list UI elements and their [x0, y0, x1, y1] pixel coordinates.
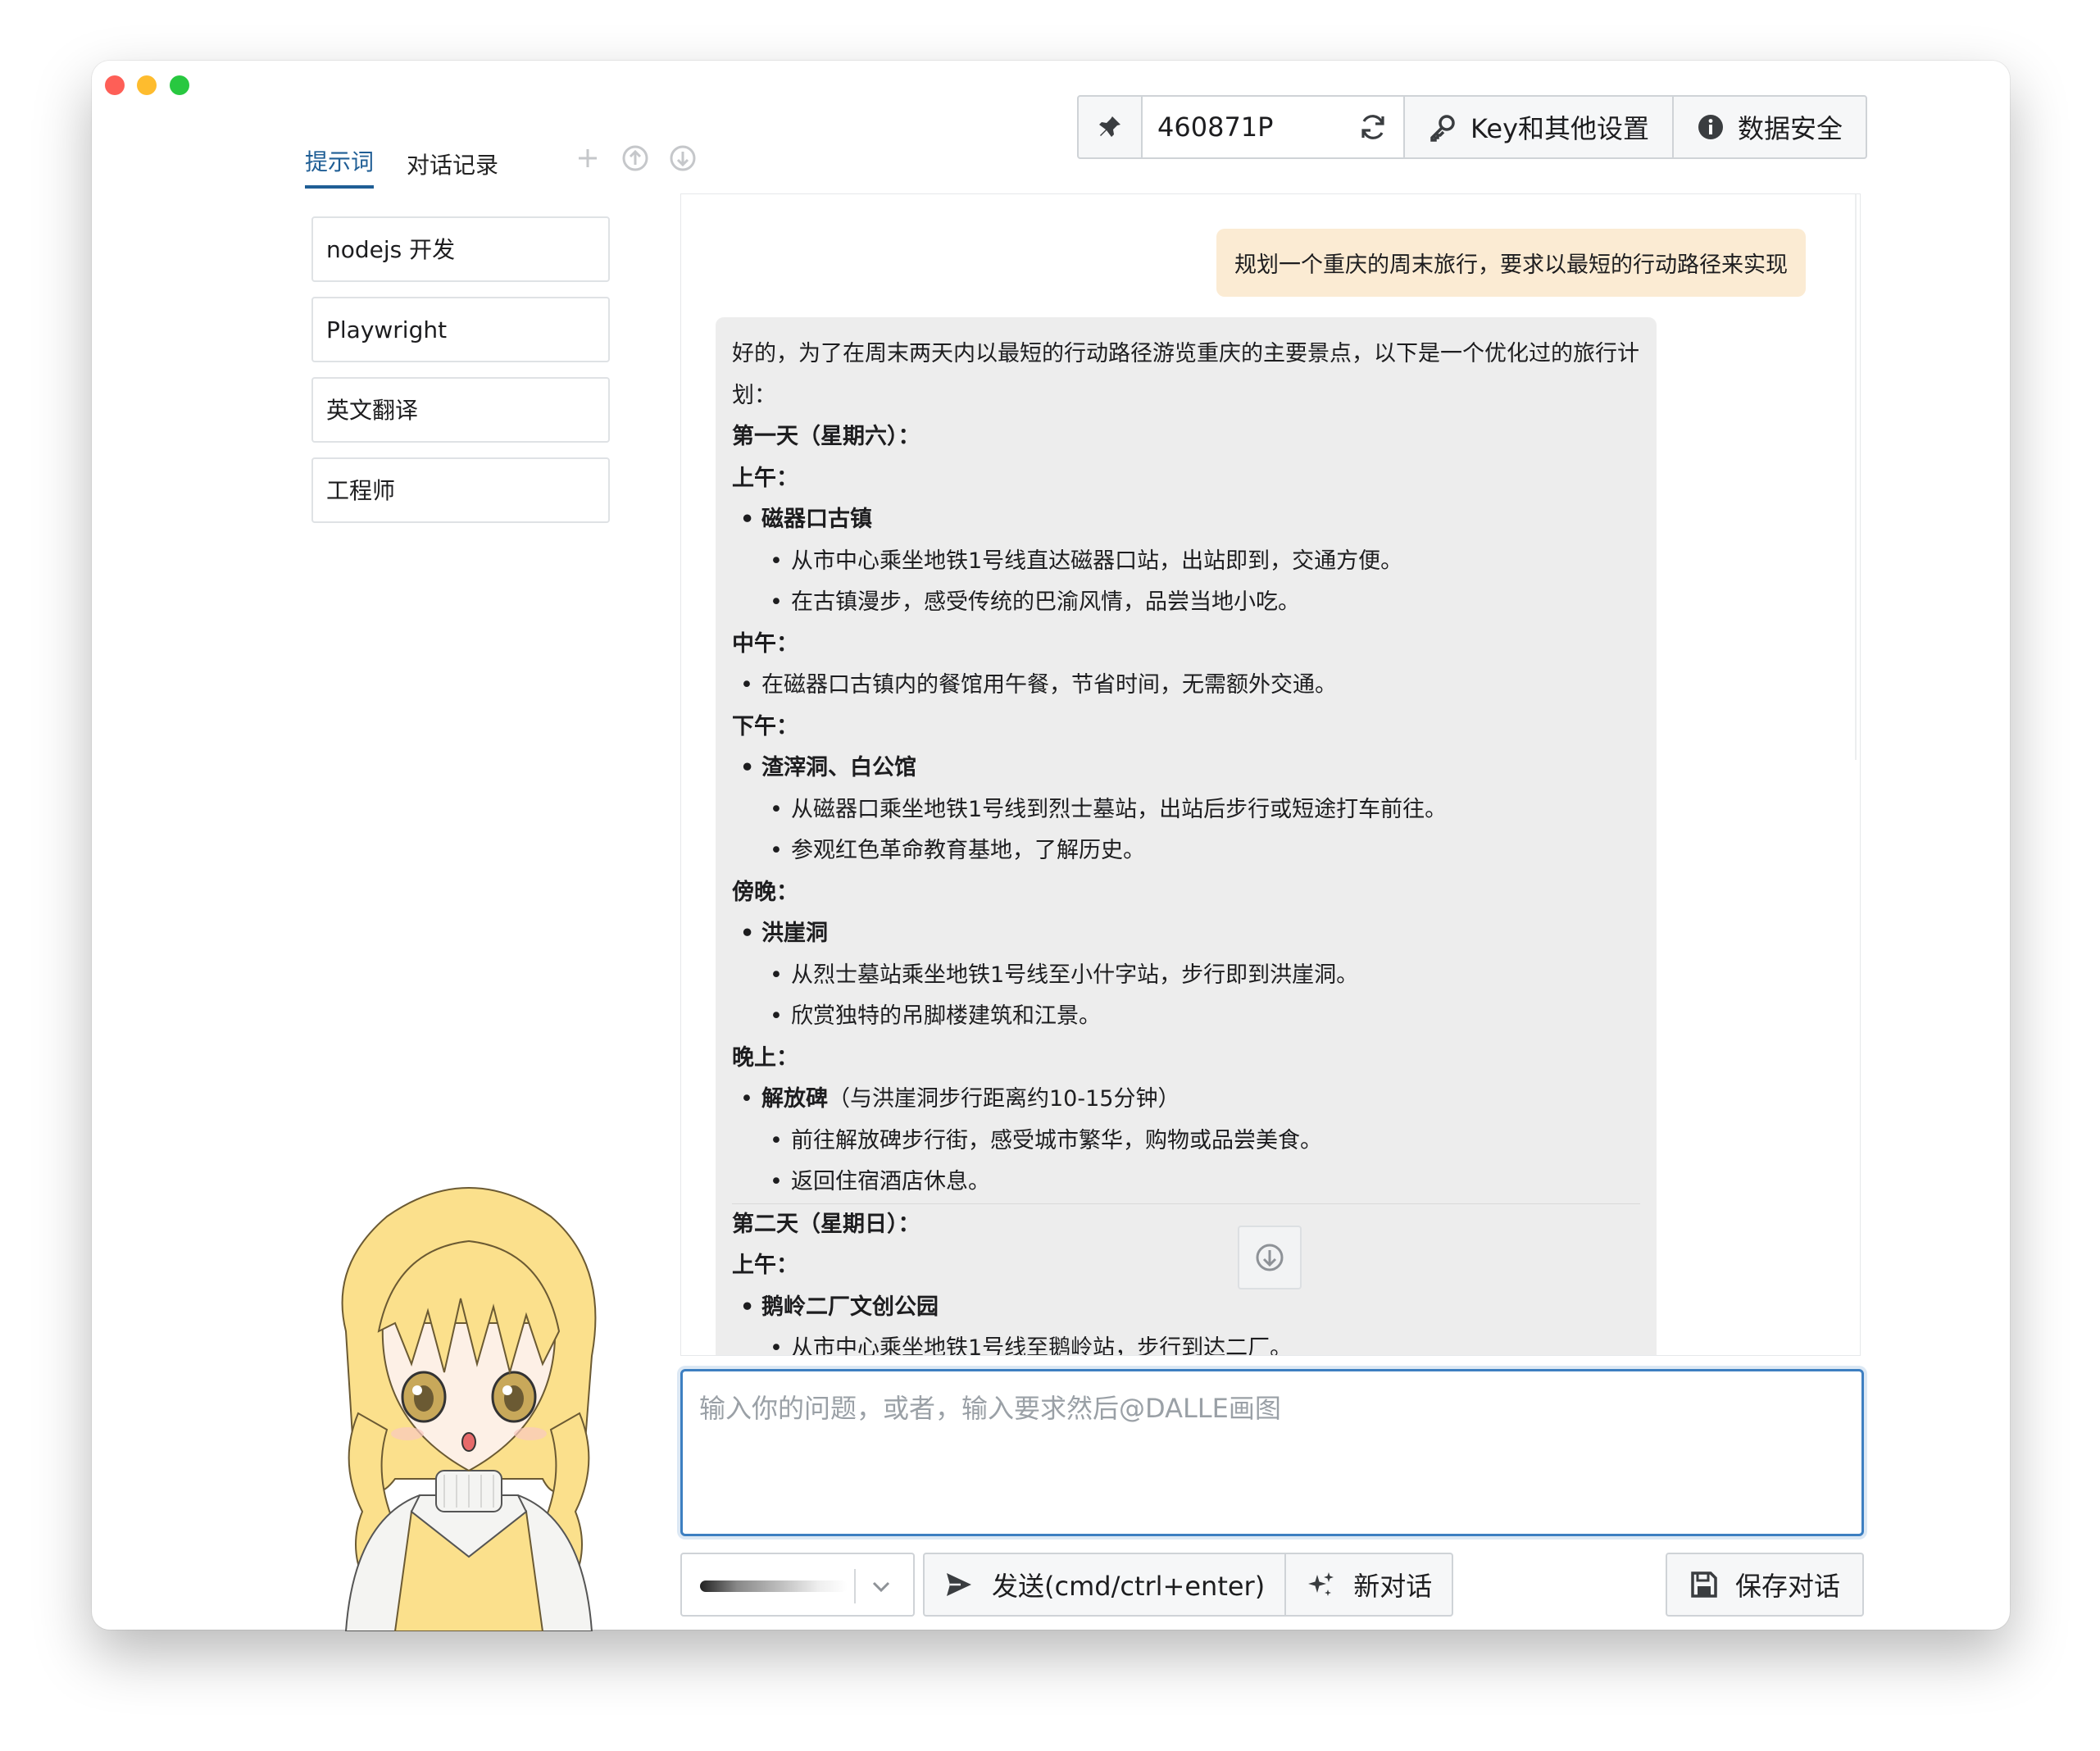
list-item: 从市中心乘坐地铁1号线直达磁器口站，出站即到，交通方便。: [732, 541, 1640, 583]
data-security-button[interactable]: 数据安全: [1674, 97, 1866, 157]
key-settings-button[interactable]: Key和其他设置: [1405, 97, 1675, 157]
send-button[interactable]: 发送(cmd/ctrl+enter): [925, 1554, 1287, 1615]
minimize-window-button[interactable]: [137, 75, 157, 95]
scroll-to-bottom-button[interactable]: [1238, 1226, 1302, 1289]
spot4-name: 解放碑: [761, 1086, 828, 1112]
plus-icon[interactable]: [574, 144, 602, 172]
model-select[interactable]: [680, 1553, 915, 1617]
save-chat-label: 保存对话: [1734, 1571, 1840, 1602]
day2-title: 第二天（星期日）：: [732, 1211, 920, 1237]
info-icon: [1698, 115, 1724, 139]
list-item: 前往解放碑步行街，感受城市繁华，购物或品尝美食。: [732, 1121, 1640, 1162]
key-icon: [1430, 115, 1455, 142]
sparkle-icon: [1308, 1572, 1334, 1596]
chevron-down-icon: [872, 1581, 890, 1593]
list-item: 参观红色革命教育基地，了解历史。: [732, 830, 1640, 872]
user-message: 规划一个重庆的周末旅行，要求以最短的行动路径来实现: [1216, 229, 1806, 297]
list-item: 洪崖洞: [732, 913, 1640, 955]
send-actions: 发送(cmd/ctrl+enter) 新对话: [923, 1553, 1454, 1617]
list-item: 返回住宿酒店休息。: [732, 1162, 1640, 1203]
refresh-icon[interactable]: [1357, 111, 1389, 143]
tab-actions: [574, 144, 716, 172]
arrow-up-circle-icon[interactable]: [621, 144, 649, 172]
chat-panel[interactable]: 规划一个重庆的周末旅行，要求以最短的行动路径来实现 好的，为了在周末两天内以最短…: [680, 193, 1861, 1356]
close-window-button[interactable]: [105, 75, 125, 95]
message-input[interactable]: [680, 1369, 1864, 1536]
list-item: 从烈士墓站乘坐地铁1号线至小什字站，步行即到洪崖洞。: [732, 955, 1640, 997]
prompt-item[interactable]: 工程师: [311, 457, 610, 523]
list-item: 在古镇漫步，感受传统的巴渝风情，品尝当地小吃。: [732, 582, 1640, 624]
pin-icon[interactable]: [1079, 97, 1143, 157]
list-item: 渣滓洞、白公馆: [732, 748, 1640, 789]
data-security-label: 数据安全: [1738, 113, 1843, 144]
section-noon: 中午：: [732, 630, 798, 657]
prompt-list: nodejs 开发 Playwright 英文翻译 工程师: [311, 216, 610, 538]
top-toolbar: 460871P Key和其他设置 数据安全: [1077, 95, 1868, 159]
list-item: 鹅岭二厂文创公园: [732, 1287, 1640, 1329]
section-morning: 上午：: [732, 1253, 798, 1278]
list-item: 从市中心乘坐地铁1号线至鹅岭站，步行到达二厂。: [732, 1328, 1640, 1355]
new-chat-button[interactable]: 新对话: [1286, 1554, 1452, 1615]
tab-history[interactable]: 对话记录: [407, 148, 498, 189]
section-dusk: 傍晚：: [732, 879, 798, 905]
anime-avatar-image: [341, 1187, 597, 1631]
maximize-window-button[interactable]: [170, 75, 189, 95]
model-name-redacted: [700, 1580, 848, 1592]
list-item: 磁器口古镇: [732, 499, 1640, 541]
key-settings-label: Key和其他设置: [1470, 113, 1650, 144]
send-label: 发送(cmd/ctrl+enter): [992, 1571, 1266, 1602]
section-morning: 上午：: [732, 465, 798, 491]
prompt-item[interactable]: Playwright: [311, 297, 610, 362]
assistant-intro: 好的，为了在周末两天内以最短的行动路径游览重庆的主要景点，以下是一个优化过的旅行…: [732, 341, 1639, 408]
list-item: 从磁器口乘坐地铁1号线到烈士墓站，出站后步行或短途打车前往。: [732, 789, 1640, 831]
arrow-down-circle-icon: [1256, 1244, 1284, 1271]
section-evening: 晚上：: [732, 1044, 798, 1071]
api-key-value: 460871P: [1157, 111, 1274, 143]
assistant-message: 好的，为了在周末两天内以最短的行动路径游览重庆的主要景点，以下是一个优化过的旅行…: [716, 317, 1657, 1355]
save-icon: [1691, 1571, 1717, 1598]
tab-prompts[interactable]: 提示词: [305, 144, 375, 189]
day1-title: 第一天（星期六）：: [732, 424, 920, 449]
list-item: 欣赏独特的吊脚楼建筑和江景。: [732, 996, 1640, 1038]
divider: [854, 1569, 856, 1603]
section-afternoon: 下午：: [732, 713, 798, 739]
api-key-field[interactable]: 460871P: [1143, 97, 1405, 157]
spot4-note: （与洪崖洞步行距离约10-15分钟）: [828, 1086, 1180, 1112]
sidebar-tabs: 提示词 对话记录: [305, 144, 531, 189]
prompt-item[interactable]: nodejs 开发: [311, 216, 610, 282]
arrow-down-circle-icon[interactable]: [669, 144, 697, 172]
new-chat-label: 新对话: [1353, 1571, 1433, 1602]
list-item: 解放碑（与洪崖洞步行距离约10-15分钟）: [732, 1079, 1640, 1121]
save-chat-button[interactable]: 保存对话: [1666, 1553, 1864, 1617]
prompt-item[interactable]: 英文翻译: [311, 377, 610, 443]
list-item: 在磁器口古镇内的餐馆用午餐，节省时间，无需额外交通。: [732, 665, 1640, 707]
send-icon: [947, 1573, 971, 1596]
scrollbar[interactable]: [1855, 194, 1857, 760]
